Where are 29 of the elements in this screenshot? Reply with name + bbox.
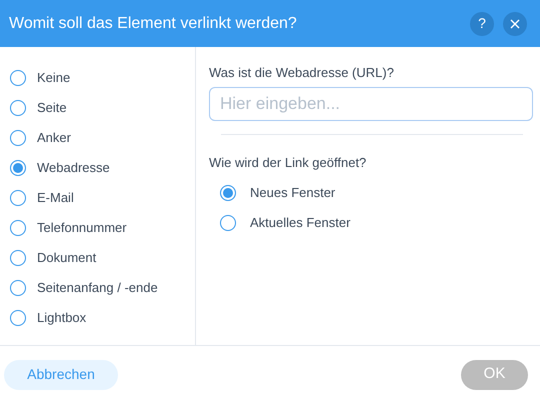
radio-button[interactable] <box>10 130 26 146</box>
radio-label[interactable]: Lightbox <box>37 308 86 328</box>
radio-button[interactable] <box>10 160 26 176</box>
radio-label[interactable]: E-Mail <box>37 188 74 208</box>
radio-button[interactable] <box>220 185 236 201</box>
radio-button[interactable] <box>10 310 26 326</box>
radio-button[interactable] <box>10 190 26 206</box>
help-button[interactable]: ? <box>470 12 494 36</box>
close-button[interactable] <box>503 12 527 36</box>
field-label: Was ist die Webadresse (URL)? <box>209 64 395 82</box>
radio-label[interactable]: Dokument <box>37 248 96 268</box>
radio-button[interactable] <box>10 100 26 116</box>
radio-label[interactable]: Neues Fenster <box>250 183 336 203</box>
window-title: Womit soll das Element verlinkt werden? <box>9 14 298 34</box>
radio-label[interactable]: Telefonnummer <box>37 218 127 238</box>
radio-label[interactable]: Keine <box>37 68 70 88</box>
radio-button[interactable] <box>10 280 26 296</box>
radio-label[interactable]: Anker <box>37 128 71 148</box>
close-icon <box>510 18 520 28</box>
radio-label[interactable]: Seite <box>37 98 67 118</box>
radio-button[interactable] <box>10 220 26 236</box>
radio-label[interactable]: Seitenanfang / -ende <box>37 278 158 298</box>
section-label: Wie wird der Link geöffnet? <box>209 154 368 172</box>
radio-label[interactable]: Webadresse <box>37 158 110 178</box>
radio-label[interactable]: Aktuelles Fenster <box>250 213 350 233</box>
radio-button[interactable] <box>10 250 26 266</box>
radio-button[interactable] <box>10 70 26 86</box>
url-input-field[interactable]: Hier eingeben... <box>209 86 533 120</box>
radio-button[interactable] <box>220 215 236 231</box>
